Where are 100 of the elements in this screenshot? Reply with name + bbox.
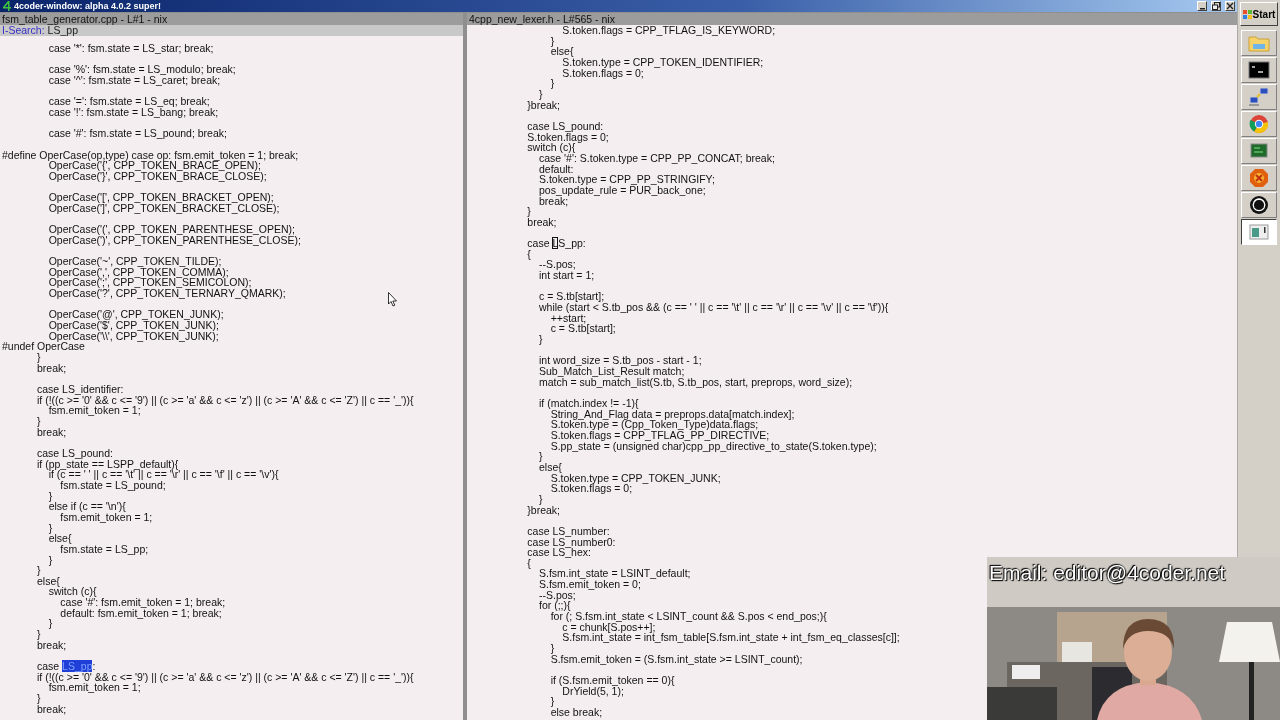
code-line: S.token.type = (Cpp_Token_Type)data.flags; — [549, 419, 759, 430]
search-query: LS_pp — [47, 25, 78, 36]
circuit-board-icon — [1248, 142, 1270, 160]
file-bar: fsm_table_generator.cpp - L#1 - nix — [0, 13, 463, 25]
code-line: } — [47, 490, 53, 502]
code-line: } — [539, 493, 543, 505]
code-line: OperCase('$', CPP_TOKEN_JUNK); — [47, 320, 219, 331]
code-line: S.fsm.emit_token = (S.fsm.int_state >= LSINT_count); — [549, 653, 803, 665]
code-line: break; — [36, 639, 67, 651]
code-line: } — [549, 696, 555, 707]
window-title: 4coder-window: alpha 4.0.2 super! — [14, 1, 162, 11]
taskbar-button[interactable] — [1241, 219, 1277, 245]
code-line: if (match.index != -1){ — [538, 397, 639, 409]
webcam-caption: Email: editor@4coder.net — [989, 561, 1226, 585]
code-line: --S.pos; — [538, 259, 576, 271]
app-logo-icon — [3, 1, 11, 11]
code-line: case LS_pound: — [36, 447, 113, 459]
code-line: #undef OperCase — [2, 341, 85, 353]
minimize-button[interactable] — [1197, 1, 1208, 11]
code-line: while (start < S.tb_pos && (c == ' ' || c == '\t' || c == '\r' || c == '\v' || c == '\f')){ — [538, 302, 889, 313]
search-label: I-Search: — [2, 25, 45, 36]
code-line: fsm.state = LS_pp; — [60, 543, 149, 555]
code-line: } — [538, 334, 543, 345]
code-line: ++start; — [549, 312, 587, 324]
code-line: }break; — [526, 99, 561, 111]
code-line: S.token.flags = CPP_TFLAG_IS_KEYWORD; — [561, 25, 776, 36]
start-button[interactable]: Start — [1240, 2, 1278, 26]
code-line: if (!((c >= '0' && c <= '9') || (c >= 'a' && c <= 'z') || (c >= 'A' && c <= 'Z') || c == '_')){ — [36, 394, 414, 406]
code-line: S.fsm.emit_token = 0; — [538, 579, 641, 590]
code-line: S.token.type = CPP_TOKEN_IDENTIFIER; — [562, 56, 764, 68]
code-line: { — [526, 248, 531, 260]
code-line: if (c == ' ' || c == '\t' || c == '\r' || c == '\f' || c == '\v'){ — [48, 469, 279, 480]
four-squares-icon — [1242, 9, 1252, 19]
code-line: switch (c){ — [526, 142, 576, 153]
code-line: } — [549, 78, 555, 89]
terminal-icon — [1248, 61, 1270, 79]
code-line: for (; S.fsm.int_state < LSINT_count && S.pos < end_pos;){ — [549, 611, 827, 622]
code-line: case LS_pp: — [36, 661, 96, 672]
code-line: OperCase('@', CPP_TOKEN_JUNK); — [47, 309, 224, 321]
code-line: } — [549, 643, 555, 654]
code-line: case '#': fsm.emit_token = 1; break; — [59, 597, 226, 608]
code-line: c = S.tb[start]; — [549, 323, 616, 335]
code-line: #define OperCase(op,type) case op: fsm.emit_token = 1; break; — [2, 149, 299, 161]
code-line: } — [526, 206, 531, 217]
code-line: int word_size = S.tb_pos - start - 1; — [538, 355, 702, 366]
code-line: case LS_identifier: — [36, 384, 124, 395]
browser-icon — [1249, 114, 1269, 134]
code-line: pos_update_rule = PUR_back_one; — [538, 184, 706, 196]
code-line: OperCase(']', CPP_TOKEN_BRACKET_CLOSE); — [47, 202, 280, 214]
code-line: } — [36, 693, 41, 704]
restore-icon — [1212, 2, 1221, 10]
code-line: S.token.flags = 0; — [549, 483, 633, 494]
code-line: OperCase('(', CPP_TOKEN_PARENTHESE_OPEN); — [47, 224, 296, 235]
code-line: } — [549, 35, 555, 47]
code-line: S.token.flags = CPP_TFLAG_PP_DIRECTIVE; — [549, 429, 770, 441]
code-line: break; — [36, 703, 67, 715]
code-line: default: fsm.emit_token = 1; break; — [59, 607, 222, 619]
code-line: case '!': fsm.state = LS_bang; break; — [47, 106, 219, 118]
code-line: break; — [36, 426, 67, 438]
code-line: S.token.type = CPP_PP_STRINGIFY; — [538, 174, 715, 185]
close-button[interactable] — [1225, 1, 1236, 11]
code-line: fsm.state = LS_pound; — [60, 479, 166, 491]
mouse-pointer-icon — [388, 292, 398, 307]
code-line: } — [36, 629, 41, 640]
code-line: OperCase(',', CPP_TOKEN_COMMA); — [47, 266, 229, 278]
code-line: else{ — [47, 533, 72, 544]
code-line: case LS_number: — [526, 525, 610, 537]
code-line: } — [538, 451, 543, 462]
code-line: OperCase(')', CPP_TOKEN_PARENTHESE_CLOSE); — [47, 234, 301, 246]
code-line: else if (c == '\n'){ — [47, 501, 126, 512]
code-line: break; — [538, 195, 569, 207]
code-line: case '^': fsm.state = LS_caret; break; — [47, 74, 221, 86]
code-line: default: — [538, 163, 574, 175]
network-computers-icon — [1248, 87, 1270, 107]
code-line: else{ — [549, 46, 574, 57]
search-bar[interactable]: I-Search: LS_pp — [0, 25, 463, 36]
code-line: OperCase('[', CPP_TOKEN_BRACKET_OPEN); — [47, 192, 274, 203]
code-line: case '=': fsm.state = LS_eq; break; — [47, 96, 210, 107]
code-line: } — [36, 565, 41, 576]
code-line: OperCase('}', CPP_TOKEN_BRACE_CLOSE); — [47, 170, 267, 182]
code-line: case '*': fsm.state = LS_star; break; — [47, 43, 214, 54]
code-line: fsm.emit_token = 1; — [59, 511, 153, 523]
hexagon-icon — [1249, 168, 1269, 188]
code-line: case '%': fsm.state = LS_modulo; break; — [47, 64, 236, 75]
code-line: fsm.emit_token = 1; — [48, 682, 141, 694]
code-line: if (S.fsm.emit_token == 0){ — [549, 675, 675, 686]
code-line: String_And_Flag data = preprops.data[match.index]; — [550, 408, 795, 420]
code-line: case '#': S.token.type = CPP_PP_CONCAT; break; — [538, 152, 775, 164]
code-line: c = S.tb[start]; — [538, 291, 605, 303]
code-line: --S.pos; — [538, 589, 576, 601]
code-line: } — [539, 88, 543, 100]
code-line: OperCase('?', CPP_TOKEN_TERNARY_QMARK); — [47, 288, 286, 299]
code-line: fsm.emit_token = 1; — [48, 405, 141, 416]
code-line: else{ — [538, 461, 562, 473]
restore-button[interactable] — [1211, 1, 1222, 11]
code-line: else break; — [549, 707, 603, 718]
window-icon — [1249, 224, 1269, 240]
code-line: case '#': fsm.state = LS_pound; break; — [47, 128, 227, 139]
code-line: }break; — [526, 504, 561, 516]
code-line: { — [526, 557, 531, 569]
